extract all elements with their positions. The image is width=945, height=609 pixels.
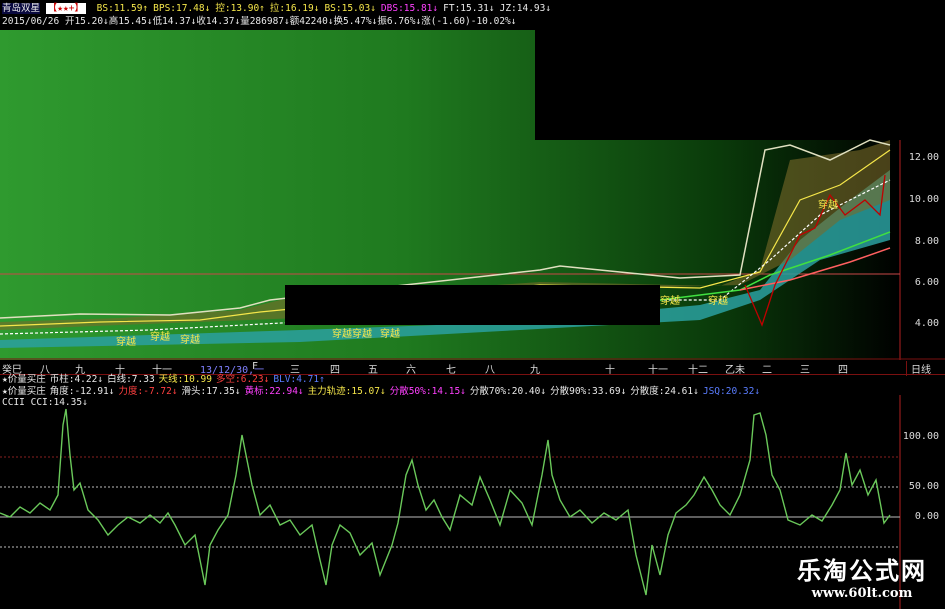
- month-label: 八: [485, 365, 495, 376]
- price-axis: 12.00 10.00 8.00 6.00 4.00: [900, 0, 945, 360]
- stock-name: 青岛双星: [2, 3, 41, 14]
- month-label: 乙未: [725, 365, 745, 376]
- price-tick: 12.00: [908, 152, 939, 163]
- indicator-value: 多空:6.23↓: [216, 374, 270, 385]
- header-line-2: 2015/06/26 开15.20↓高15.45↓低14.37↓收14.37↓量…: [2, 16, 517, 28]
- cross-label: 穿越: [380, 329, 400, 340]
- indicator-list: BS:11.59↑ BPS:17.48↓ 控:13.90↑ 拉:16.19↓ BS:15…: [92, 3, 551, 14]
- watermark-url: www.60lt.com: [811, 586, 913, 601]
- month-label: 九: [530, 365, 540, 376]
- date-label: 2015/06/26: [2, 16, 60, 27]
- time-axis: 癸巳八九十十一 13/12/30,一 F 三四五六七八九十十一 十二 乙未二三四 日线: [0, 361, 945, 376]
- header-indicator: 控:13.90↑: [215, 3, 265, 14]
- cross-label: 穿越穿越: [332, 329, 372, 340]
- site-watermark: 乐淘公式网 www.60lt.com: [797, 551, 927, 601]
- header-indicator: BS:15.03↓: [324, 3, 376, 14]
- month-label: 四: [838, 365, 848, 376]
- indicator-value: 白线:7.33: [107, 374, 155, 385]
- cross-label: 穿越: [150, 332, 170, 343]
- month-label: 五: [368, 365, 378, 376]
- header-indicator: DBS:15.81↓: [380, 3, 439, 14]
- indicator-line-1: ★价量买庄 币柱:4.22↓ 白线:7.33 天线:10.99 多空:6.23↓ BLV:…: [2, 374, 329, 386]
- cci-axis: 100.00 50.00 0.00: [900, 395, 945, 555]
- cci-tick: 0.00: [914, 511, 939, 522]
- month-label: 三: [800, 365, 810, 376]
- cci-tick: 50.00: [908, 481, 939, 492]
- cross-label: 穿越: [180, 335, 200, 346]
- month-label: 二: [762, 365, 772, 376]
- cross-label: 穿越: [116, 337, 136, 348]
- month-label: 七: [446, 365, 456, 376]
- indicator-value: BLV:4.71↑: [273, 374, 325, 385]
- header-line-1: 青岛双星 【★★+】 BS:11.59↑ BPS:17.48↓ 控:13.90↑ 拉:…: [2, 3, 551, 15]
- cci-tick: 100.00: [902, 431, 939, 442]
- price-chart[interactable]: [0, 0, 945, 360]
- cross-label: 穿越: [708, 296, 728, 307]
- ohlc-summary: 开15.20↓高15.45↓低14.37↓收14.37↓量286987↓额422…: [64, 16, 517, 27]
- indicator-value: 币柱:4.22↓: [49, 374, 104, 385]
- month-label: 十: [605, 365, 615, 376]
- indicator-value: ★价量买庄: [2, 374, 46, 385]
- header-indicator: FT:15.31↓: [443, 3, 495, 14]
- header-indicator: JZ:14.93↓: [499, 3, 552, 14]
- price-tick: 4.00: [914, 318, 939, 329]
- price-tick: 8.00: [914, 236, 939, 247]
- cross-label: 穿越: [818, 200, 838, 211]
- header-indicator: BS:11.59↑: [96, 3, 149, 14]
- stars-badge: 【★★+】: [45, 3, 86, 14]
- header-indicator: 拉:16.19↓: [269, 3, 320, 14]
- cross-label: 穿越: [660, 296, 680, 307]
- header-indicator: BPS:17.48↓: [153, 3, 211, 14]
- price-tick: 10.00: [908, 194, 939, 205]
- price-tick: 6.00: [914, 277, 939, 288]
- month-label: 六: [406, 365, 416, 376]
- month-label: 四: [330, 365, 340, 376]
- month-label: 十一: [648, 365, 668, 376]
- indicator-value: 天线:10.99: [158, 374, 212, 385]
- watermark-title: 乐淘公式网: [797, 557, 927, 585]
- timeframe-button[interactable]: 日线: [906, 361, 931, 376]
- month-label: F: [252, 361, 259, 372]
- month-label: 十二: [688, 365, 708, 376]
